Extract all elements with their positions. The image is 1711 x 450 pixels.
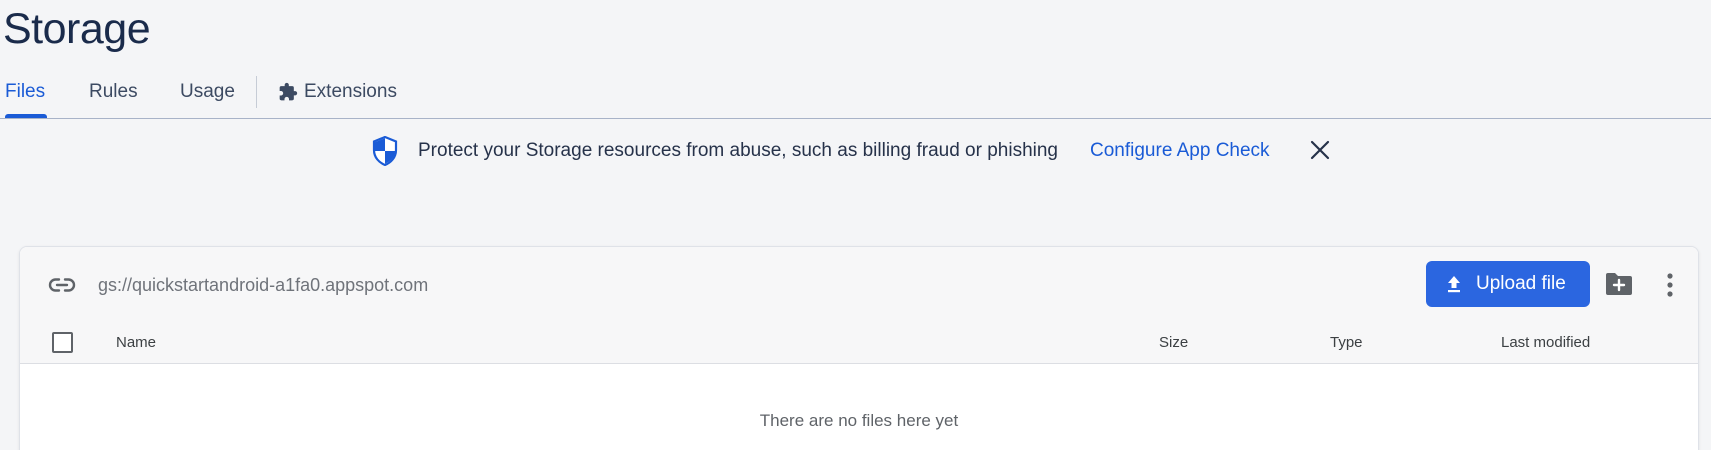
banner-message: Protect your Storage resources from abus… <box>418 140 1058 161</box>
tab-rules[interactable]: Rules <box>89 72 138 118</box>
tab-files[interactable]: Files <box>5 72 45 118</box>
column-header-name[interactable]: Name <box>116 334 156 352</box>
empty-state-message: There are no files here yet <box>759 411 959 430</box>
column-header-size[interactable]: Size <box>1159 334 1188 352</box>
close-icon[interactable] <box>1308 138 1332 162</box>
column-header-type[interactable]: Type <box>1330 334 1363 352</box>
tab-usage[interactable]: Usage <box>180 72 235 118</box>
shield-icon <box>372 136 398 166</box>
tab-bar: Files Rules Usage Extensions <box>0 72 1711 119</box>
tab-extensions-label: Extensions <box>304 81 397 102</box>
app-check-banner: Protect your Storage resources from abus… <box>0 120 1711 182</box>
column-header-last-modified[interactable]: Last modified <box>1501 334 1590 352</box>
upload-file-label: Upload file <box>1476 273 1566 294</box>
page-title: Storage <box>3 5 151 53</box>
upload-file-button[interactable]: Upload file <box>1426 261 1590 307</box>
configure-app-check-link[interactable]: Configure App Check <box>1090 140 1270 162</box>
bucket-header: gs://quickstartandroid-a1fa0.appspot.com… <box>20 247 1698 323</box>
file-table-header: Name Size Type Last modified <box>20 322 1698 364</box>
select-all-checkbox[interactable] <box>52 332 73 353</box>
bucket-path[interactable]: gs://quickstartandroid-a1fa0.appspot.com <box>98 274 428 296</box>
more-vert-icon[interactable] <box>1660 271 1680 299</box>
active-tab-indicator <box>5 114 47 118</box>
files-panel: gs://quickstartandroid-a1fa0.appspot.com… <box>19 246 1699 450</box>
storage-page: Storage Files Rules Usage Extensions Pro… <box>0 0 1711 450</box>
link-icon[interactable] <box>48 271 76 299</box>
tab-divider <box>256 76 257 108</box>
upload-icon <box>1448 276 1460 293</box>
create-folder-icon[interactable] <box>1604 271 1634 297</box>
puzzle-icon <box>279 82 298 101</box>
